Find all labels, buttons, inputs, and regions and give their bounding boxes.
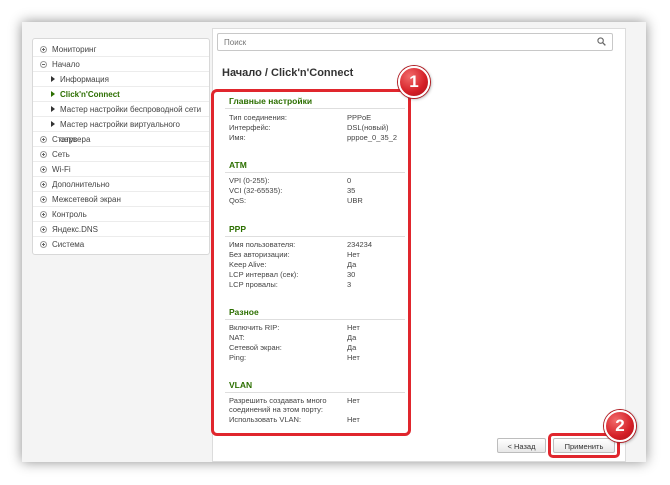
row-label: QoS: [229, 196, 247, 205]
sidebar-item-label: Мониторинг [52, 45, 97, 54]
section-title-vlan: VLAN [229, 380, 253, 390]
arrow-right-icon [51, 91, 55, 97]
row-label: Тип соединения: [229, 113, 287, 122]
sidebar-item-label: Система [52, 240, 85, 249]
section-title-atm: ATM [229, 160, 247, 170]
row-value: 35 [347, 186, 356, 195]
row-value: pppoe_0_35_2 [347, 133, 398, 142]
row-label: NAT: [229, 333, 245, 342]
sidebar-item-wireless-wizard[interactable]: Мастер настройки беспроводной сети [33, 102, 209, 117]
row-value: DSL(новый) [347, 123, 389, 132]
sidebar-item-label: Информация [60, 75, 109, 84]
row-label: Имя: [229, 133, 246, 142]
sidebar-item-virtual-server-wizard[interactable]: Мастер настройки виртуального сервера [33, 117, 209, 144]
sidebar-item-monitoring[interactable]: Мониторинг [33, 42, 209, 57]
expand-icon [40, 196, 47, 203]
expand-icon [40, 46, 47, 53]
collapse-icon [40, 61, 47, 68]
section-divider [225, 172, 405, 173]
arrow-right-icon [51, 76, 55, 82]
row-label: Интерфейс: [229, 123, 271, 132]
sidebar-menu: Мониторинг Начало Информация Click'n'Con… [32, 38, 210, 255]
step-one-badge: 1 [398, 66, 430, 98]
row-value: Нет [347, 353, 360, 362]
arrow-right-icon [51, 121, 55, 127]
expand-icon [40, 241, 47, 248]
expand-icon [40, 136, 47, 143]
row-value: 0 [347, 176, 352, 185]
row-label: LCP интервал (сек): [229, 270, 299, 279]
row-label: Ping: [229, 353, 247, 362]
row-value: Да [347, 260, 357, 269]
row-value: PPPoE [347, 113, 372, 122]
expand-icon [40, 166, 47, 173]
section-title-misc: Разное [229, 307, 259, 317]
search-input[interactable] [217, 33, 613, 51]
section-divider [225, 108, 405, 109]
section-divider [225, 236, 405, 237]
row-label: Сетевой экран: [229, 343, 282, 352]
sidebar-item-label: Мастер настройки беспроводной сети [60, 105, 202, 114]
row-label: Keep Alive: [229, 260, 267, 269]
sidebar-item-label: Wi-Fi [52, 165, 71, 174]
sidebar-item-label: Дополнительно [52, 180, 110, 189]
section-title-ppp: PPP [229, 224, 247, 234]
search-icon[interactable] [597, 37, 606, 46]
row-label: Разрешить создавать много соединений на … [229, 396, 327, 414]
row-value: 234234 [347, 240, 373, 249]
sidebar-item-advanced[interactable]: Дополнительно [33, 177, 209, 192]
sidebar-item-network[interactable]: Сеть [33, 147, 209, 162]
row-value: Да [347, 333, 357, 342]
section-divider [225, 319, 405, 320]
section-divider [225, 392, 405, 393]
sidebar-item-control[interactable]: Контроль [33, 207, 209, 222]
expand-icon [40, 211, 47, 218]
sidebar-item-firewall[interactable]: Межсетевой экран [33, 192, 209, 207]
row-value: Нет [347, 250, 360, 259]
sidebar-item-label: Яндекс.DNS [52, 225, 99, 234]
sidebar-item-start[interactable]: Начало [33, 57, 209, 72]
sidebar-item-label: Начало [52, 60, 80, 69]
sidebar-item-label: Сеть [52, 150, 70, 159]
sidebar-item-wifi[interactable]: Wi-Fi [33, 162, 209, 177]
row-value: Да [347, 343, 357, 352]
row-value: Нет [347, 396, 360, 405]
row-label: Использовать VLAN: [229, 415, 302, 424]
sidebar-item-info[interactable]: Информация [33, 72, 209, 87]
sidebar-item-yandex-dns[interactable]: Яндекс.DNS [33, 222, 209, 237]
sidebar-item-label: Статус [52, 135, 78, 144]
sidebar-item-label: Межсетевой экран [52, 195, 121, 204]
row-label: LCP провалы: [229, 280, 278, 289]
row-value: Нет [347, 415, 360, 424]
back-button[interactable]: < Назад [497, 438, 546, 453]
page-title: Начало / Click'n'Connect [222, 67, 354, 79]
row-label: Включить RIP: [229, 323, 280, 332]
sidebar-item-clicknconnect[interactable]: Click'n'Connect [33, 87, 209, 102]
sidebar-item-system[interactable]: Система [33, 237, 209, 252]
row-value: 3 [347, 280, 352, 289]
expand-icon [40, 181, 47, 188]
sidebar-item-label: Контроль [52, 210, 87, 219]
row-value: UBR [347, 196, 363, 205]
expand-icon [40, 151, 47, 158]
sidebar-item-label: Click'n'Connect [60, 90, 120, 99]
arrow-right-icon [51, 106, 55, 112]
row-label: VPI (0-255): [229, 176, 270, 185]
row-value: 30 [347, 270, 356, 279]
row-label: Без авторизации: [229, 250, 290, 259]
row-label: VCI (32-65535): [229, 186, 283, 195]
expand-icon [40, 226, 47, 233]
section-title-main: Главные настройки [229, 96, 313, 106]
sidebar-item-status[interactable]: Статус [33, 132, 209, 147]
row-label: Имя пользователя: [229, 240, 296, 249]
step-two-badge: 2 [604, 410, 636, 442]
apply-button[interactable]: Применить [553, 438, 615, 453]
row-value: Нет [347, 323, 360, 332]
